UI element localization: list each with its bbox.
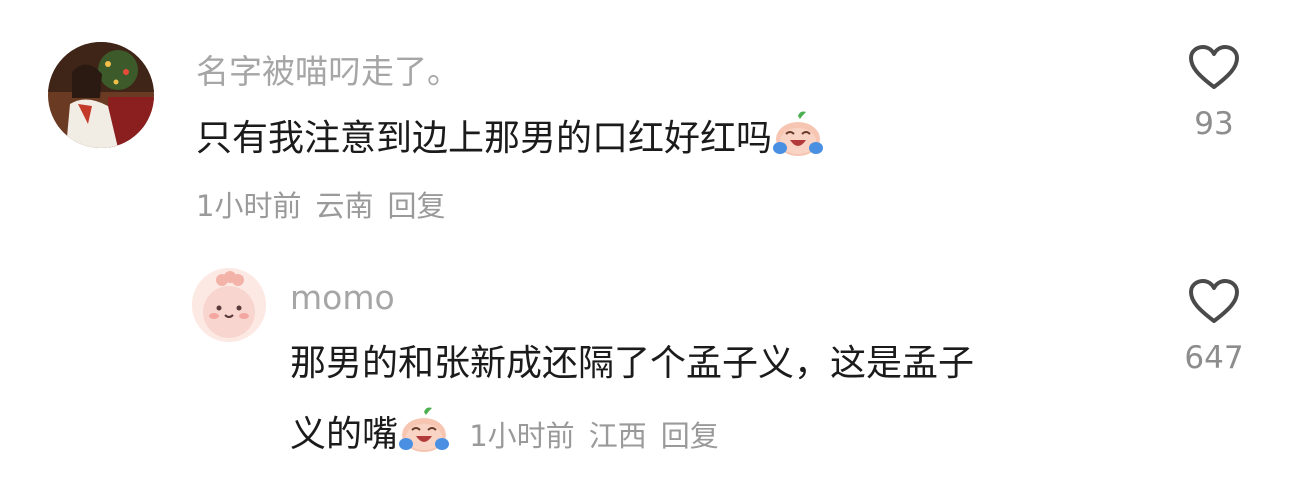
reply-username[interactable]: momo — [290, 276, 395, 320]
avatar[interactable] — [48, 42, 154, 148]
comment-username[interactable]: 名字被喵叼走了。 — [196, 50, 460, 94]
reply-button[interactable]: 回复 — [661, 419, 719, 453]
reply-location: 江西 — [588, 419, 647, 453]
reply-meta: 1小时前 江西 回复 — [460, 419, 733, 453]
comment-text-body: 只有我注意到边上那男的口红好红吗 — [196, 118, 773, 159]
reply-text-line1: 那男的和张新成还隔了个孟子义，这是孟子 — [290, 343, 975, 384]
like-count: 93 — [1194, 106, 1234, 142]
reply-text-line2: 义的嘴 1小时前 江西 回复 — [290, 406, 733, 467]
comment-meta: 1小时前 云南 回复 — [196, 186, 459, 226]
reply-text-body: 义的嘴 — [290, 414, 399, 455]
comment-location: 云南 — [315, 189, 374, 223]
like-button[interactable]: 647 — [1172, 278, 1256, 378]
crying-laughing-emoji-icon — [772, 110, 824, 171]
comment-text: 只有我注意到边上那男的口红好红吗 — [196, 110, 824, 171]
heart-icon[interactable] — [1188, 278, 1240, 324]
comment-time: 1小时前 — [196, 189, 302, 223]
like-count: 647 — [1184, 340, 1244, 376]
like-button[interactable]: 93 — [1172, 44, 1256, 144]
reply-button[interactable]: 回复 — [387, 189, 445, 223]
heart-icon[interactable] — [1188, 44, 1240, 90]
reply-time: 1小时前 — [469, 419, 575, 453]
avatar[interactable] — [192, 268, 266, 342]
crying-laughing-emoji-icon — [398, 406, 450, 467]
